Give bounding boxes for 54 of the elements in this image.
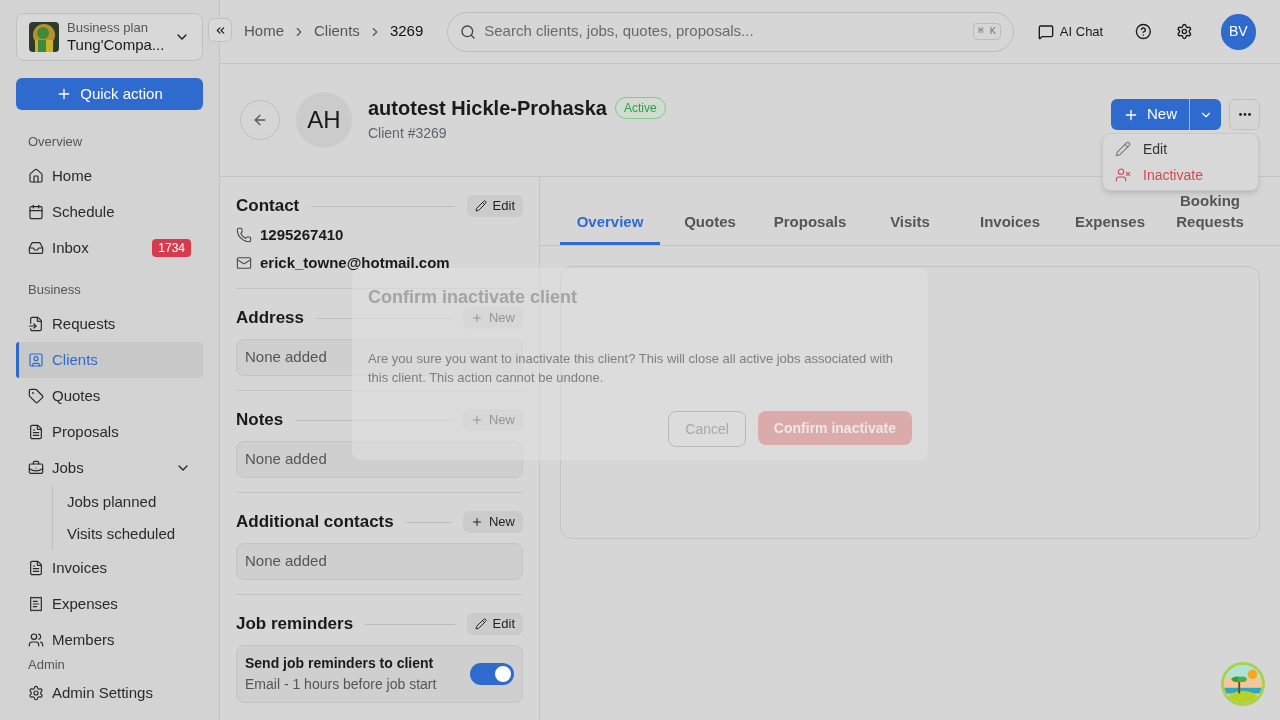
nav-item[interactable]: Inbox 1734 xyxy=(16,230,203,266)
plan-label: Business plan xyxy=(67,19,149,36)
client-avatar: AH xyxy=(296,92,352,148)
nav-item[interactable]: Invoices xyxy=(16,550,203,586)
user-avatar[interactable]: BV xyxy=(1220,13,1256,50)
nav-item[interactable]: Requests xyxy=(16,306,203,342)
search-input[interactable]: Search clients, jobs, quotes, proposals... xyxy=(484,20,965,43)
section-title: Additional contacts xyxy=(236,511,394,534)
nav-subitem[interactable]: Jobs planned xyxy=(53,486,203,518)
nav-subitem[interactable]: Visits scheduled xyxy=(53,518,203,550)
breadcrumb[interactable]: Clients xyxy=(314,20,360,43)
status-badge: Active xyxy=(615,96,666,119)
phone-number: 1295267410 xyxy=(260,224,344,245)
workspace-switcher[interactable]: Business plan Tung'Compa... xyxy=(16,13,203,61)
nav-item[interactable]: Members xyxy=(16,622,203,651)
nav-item[interactable]: Schedule xyxy=(16,194,203,230)
count-badge: 1734 xyxy=(152,239,191,257)
dialog-message: Are you sure you want to inactivate this client? This will close all active jobs associated with this client. This action cannot be undone. xyxy=(368,350,895,387)
nav-item[interactable]: Home xyxy=(16,158,203,194)
section-title: Address xyxy=(236,307,305,330)
empty-state-box: None added xyxy=(236,543,523,580)
client-name: autotest Hickle-Prohaska xyxy=(368,95,607,121)
tab[interactable]: Invoices xyxy=(960,177,1060,245)
nav-item[interactable]: Quotes xyxy=(16,378,203,414)
nav-item[interactable]: Expenses xyxy=(16,586,203,622)
new-button[interactable]: New xyxy=(463,511,523,533)
section-title: Job reminders xyxy=(236,613,354,636)
quick-action-button[interactable]: Quick action xyxy=(16,78,203,110)
section-label: Admin xyxy=(27,656,66,674)
nav-item[interactable]: Jobs xyxy=(16,450,203,486)
breadcrumb[interactable]: Home xyxy=(244,20,284,43)
dialog-title: Confirm inactivate client xyxy=(368,286,579,309)
email-address: erick_towne@hotmail.com xyxy=(260,252,450,273)
client-number: Client #3269 xyxy=(368,123,448,143)
nav-item[interactable]: Proposals xyxy=(16,414,203,450)
section-label: Business xyxy=(27,281,82,299)
tab[interactable]: Visits xyxy=(860,177,960,245)
reminder-title: Send job reminders to client xyxy=(245,654,435,673)
shortcut-hint: ⌘ K xyxy=(972,23,1001,40)
section-label: Overview xyxy=(27,133,84,151)
section-title: Notes xyxy=(236,409,284,432)
tab[interactable]: Proposals xyxy=(760,177,860,245)
workspace-name: Tung'Compa... xyxy=(67,35,166,55)
reminder-detail: Email - 1 hours before job start xyxy=(245,675,438,694)
edit-button[interactable]: Edit xyxy=(466,613,523,635)
edit-button[interactable]: Edit xyxy=(466,195,523,217)
tab[interactable]: Overview xyxy=(560,177,660,245)
section-title: Contact xyxy=(236,195,300,218)
nav-item[interactable]: Admin Settings xyxy=(16,675,203,711)
breadcrumb: 3269 xyxy=(389,21,424,42)
menu-item[interactable]: Edit xyxy=(1103,136,1258,162)
tab[interactable]: Quotes xyxy=(660,177,760,245)
empty-state-box: None added xyxy=(236,441,523,478)
ai-chat-button[interactable]: AI Chat xyxy=(1029,21,1112,42)
